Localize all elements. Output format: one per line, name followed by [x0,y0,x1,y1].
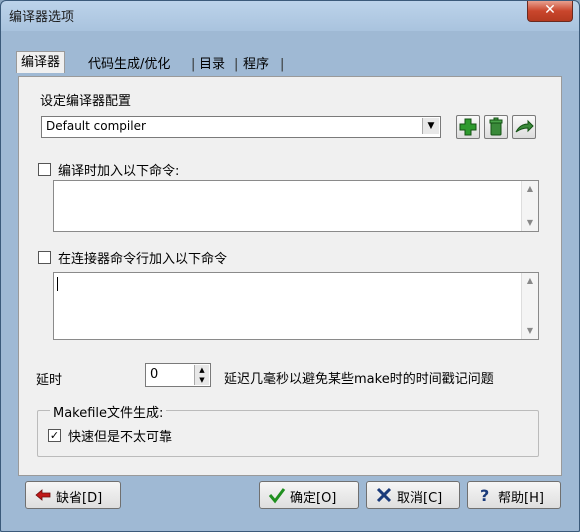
delay-description: 延迟几毫秒以避免某些make时的时间戳记问题 [224,372,494,387]
compiler-config-value: Default compiler [46,119,146,133]
rename-icon [515,119,534,133]
compile-commands-textarea[interactable]: ▲ ▼ [53,180,539,232]
linker-commands-label: 在连接器命令行加入以下命令 [58,252,228,267]
cancel-button-label: 取消[C] [397,491,443,506]
close-button[interactable]: ✕ [527,1,573,22]
delete-config-button[interactable] [484,115,508,139]
tab-codegen[interactable]: 代码生成/优化 [88,56,170,74]
delete-icon [489,117,503,136]
makefile-group-title: Makefile文件生成: [50,402,167,421]
tab-compiler[interactable]: 编译器 [16,51,66,73]
text-caret [57,277,58,291]
ok-button[interactable]: 确定[O] [259,481,359,509]
compile-commands-label: 编译时加入以下命令: [58,164,180,179]
tab-separator: | [191,57,196,72]
fast-makefile-label: 快速但是不太可靠 [68,430,173,445]
chevron-down-icon[interactable]: ▼ [422,118,439,134]
tab-separator: | [234,57,239,72]
title-bar[interactable]: 编译器选项 ✕ [1,1,579,31]
default-button[interactable]: 缺省[D] [25,481,121,509]
window-title: 编译器选项 [9,10,75,25]
rename-config-button[interactable] [512,115,536,139]
svg-text:?: ? [480,486,489,504]
back-arrow-icon [35,489,51,501]
compiler-config-select[interactable]: Default compiler ▼ [41,116,441,138]
fast-makefile-checkbox[interactable]: ✓ [48,429,61,442]
cancel-button[interactable]: 取消[C] [366,481,460,509]
config-label: 设定编译器配置 [40,94,132,109]
help-button[interactable]: ? 帮助[H] [467,481,561,509]
cancel-x-icon [376,487,392,503]
linker-commands-textarea[interactable]: ▲ ▼ [53,272,539,340]
spinner-up-icon[interactable]: ▲ [195,365,209,375]
delay-value: 0 [150,367,159,382]
scroll-down-icon[interactable]: ▼ [522,323,538,339]
close-icon: ✕ [544,2,556,18]
tab-programs[interactable]: 程序 [243,56,269,74]
scroll-up-icon[interactable]: ▲ [522,181,538,197]
tab-separator: | [280,57,285,72]
spinner-buttons: ▲ ▼ [194,365,209,385]
scroll-up-icon[interactable]: ▲ [522,273,538,289]
default-button-label: 缺省[D] [56,491,103,506]
tab-directories[interactable]: 目录 [199,56,225,74]
add-icon [459,118,477,136]
spinner-down-icon[interactable]: ▼ [195,375,209,385]
help-button-label: 帮助[H] [498,491,544,506]
add-config-button[interactable] [456,115,480,139]
linker-commands-checkbox[interactable] [38,251,51,264]
scrollbar[interactable]: ▲ ▼ [521,181,538,231]
scrollbar[interactable]: ▲ ▼ [521,273,538,339]
ok-button-label: 确定[O] [290,491,337,506]
delay-label: 延时 [36,373,63,388]
delay-spinner[interactable]: 0 ▲ ▼ [145,363,211,387]
checkmark-icon [268,488,286,504]
compile-commands-checkbox[interactable] [38,163,51,176]
help-icon: ? [480,486,489,504]
scroll-down-icon[interactable]: ▼ [522,215,538,231]
